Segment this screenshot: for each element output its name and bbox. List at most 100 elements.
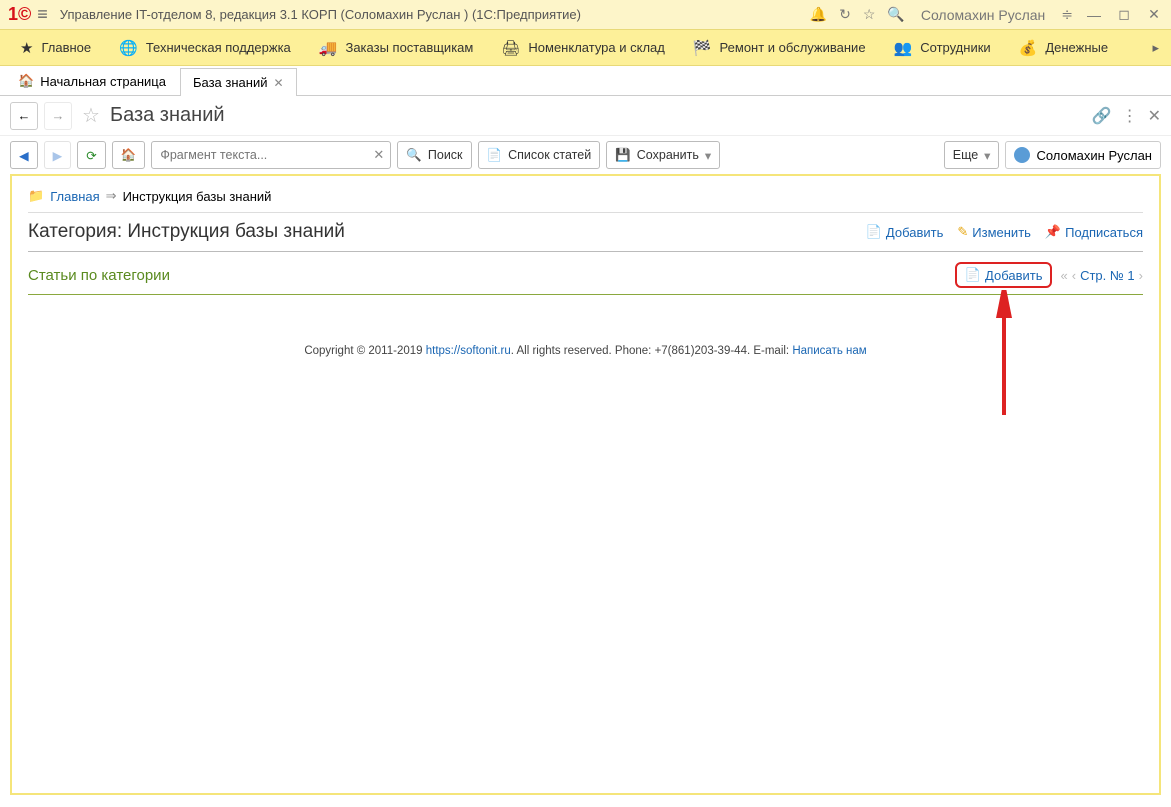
logo-1c: 1© xyxy=(8,4,31,25)
toolbar: ◀ ▶ ⟳ 🏠 ✕ 🔍 Поиск 📄 Список статей 💾 Сохрани… xyxy=(0,136,1171,174)
nav-label: Сотрудники xyxy=(920,40,990,55)
search-button[interactable]: 🔍 Поиск xyxy=(397,141,471,169)
tab-close-icon[interactable]: ✕ xyxy=(273,76,283,90)
dropdown-icon: ▾ xyxy=(984,148,990,163)
tab-label: Начальная страница xyxy=(40,74,166,89)
pager-next-icon[interactable]: › xyxy=(1139,268,1143,283)
search-input[interactable] xyxy=(152,148,367,162)
close-window-button[interactable]: ✕ xyxy=(1145,6,1163,23)
search-icon[interactable]: 🔍 xyxy=(887,6,904,23)
nav-label: Денежные xyxy=(1045,40,1108,55)
money-icon: 💰 xyxy=(1019,39,1038,57)
nav-money[interactable]: 💰 Денежные xyxy=(1005,30,1122,66)
nav-repair[interactable]: 🏁 Ремонт и обслуживание xyxy=(679,30,880,66)
user-name: Соломахин Руслан xyxy=(1036,148,1152,163)
magnifier-icon: 🔍 xyxy=(406,148,422,163)
maximize-button[interactable]: ◻ xyxy=(1115,6,1133,23)
clear-search-icon[interactable]: ✕ xyxy=(367,147,390,163)
page-header: ← → ☆ База знаний 🔗 ⋮ ✕ xyxy=(0,96,1171,136)
bell-icon[interactable]: 🔔 xyxy=(810,6,827,23)
nav-label: Заказы поставщикам xyxy=(345,40,473,55)
btn-label: Еще xyxy=(953,148,978,162)
titlebar-user[interactable]: Соломахин Руслан xyxy=(921,7,1045,23)
breadcrumb-sep-icon: ⇒ xyxy=(106,188,117,204)
list-icon: 📄 xyxy=(487,148,503,163)
save-icon: 💾 xyxy=(615,148,631,163)
toolbar-user[interactable]: Соломахин Руслан xyxy=(1005,141,1161,169)
link-icon[interactable]: 🔗 xyxy=(1092,106,1112,126)
globe-icon: 🌐 xyxy=(119,39,138,57)
article-add-button[interactable]: 📄Добавить xyxy=(955,262,1053,288)
category-add[interactable]: 📄Добавить xyxy=(866,224,944,240)
refresh-button[interactable]: ⟳ xyxy=(77,141,105,169)
nav-label: Номенклатура и склад xyxy=(528,40,664,55)
nav-more-icon[interactable]: ▸ xyxy=(1146,40,1165,56)
nav-orders[interactable]: 🚚 Заказы поставщикам xyxy=(305,30,488,66)
nav-fwd-btn[interactable]: ▶ xyxy=(44,141,72,169)
settings-icon[interactable]: ≑ xyxy=(1061,6,1073,23)
nav-label: Главное xyxy=(41,40,91,55)
footer-email-link[interactable]: Написать нам xyxy=(792,345,866,357)
more-menu-icon[interactable]: ⋮ xyxy=(1122,106,1138,126)
dropdown-icon: ▾ xyxy=(705,148,711,163)
truck-icon: 🚚 xyxy=(319,39,338,57)
category-subscribe[interactable]: 📌Подписаться xyxy=(1045,224,1143,240)
category-title: Категория: Инструкция базы знаний xyxy=(28,221,866,243)
tab-strip: 🏠 Начальная страница База знаний ✕ xyxy=(0,66,1171,96)
breadcrumb: 📁 Главная ⇒ Инструкция базы знаний xyxy=(28,188,1143,213)
tab-label: База знаний xyxy=(193,75,268,90)
category-header: Категория: Инструкция базы знаний 📄Добав… xyxy=(28,213,1143,252)
flag-icon: 🏁 xyxy=(693,39,712,57)
menu-icon[interactable]: ≡ xyxy=(37,4,48,25)
window-title: Управление IT-отделом 8, редакция 3.1 КО… xyxy=(60,7,810,22)
forward-button[interactable]: → xyxy=(44,102,72,130)
star-icon[interactable]: ☆ xyxy=(863,6,876,23)
footer-site-link[interactable]: https://softonit.ru xyxy=(426,345,511,357)
pager: « ‹ Стр. № 1 › xyxy=(1060,268,1143,283)
main-nav: ★ Главное 🌐 Техническая поддержка 🚚 Заказы … xyxy=(0,30,1171,66)
printer-icon: 🖨 xyxy=(501,39,520,57)
nav-warehouse[interactable]: 🖨 Номенклатура и склад xyxy=(487,30,679,66)
avatar-icon xyxy=(1014,147,1030,163)
home-button[interactable]: 🏠 xyxy=(112,141,146,169)
home-icon: 🏠 xyxy=(18,73,34,89)
nav-support[interactable]: 🌐 Техническая поддержка xyxy=(105,30,305,66)
articles-header: Статьи по категории 📄Добавить « ‹ Стр. №… xyxy=(28,252,1143,295)
nav-main[interactable]: ★ Главное xyxy=(6,30,105,66)
star-nav-icon: ★ xyxy=(20,39,33,57)
pager-prev-icon[interactable]: ‹ xyxy=(1072,268,1076,283)
back-button[interactable]: ← xyxy=(10,102,38,130)
nav-back-btn[interactable]: ◀ xyxy=(10,141,38,169)
pin-icon: 📌 xyxy=(1045,224,1061,240)
article-list-button[interactable]: 📄 Список статей xyxy=(478,141,601,169)
title-bar: 1© ≡ Управление IT-отделом 8, редакция 3… xyxy=(0,0,1171,30)
breadcrumb-home-icon: 📁 xyxy=(28,188,44,204)
tab-kb[interactable]: База знаний ✕ xyxy=(180,68,297,96)
btn-label: Поиск xyxy=(428,148,463,162)
add-page-icon: 📄 xyxy=(965,267,981,283)
breadcrumb-home[interactable]: Главная xyxy=(50,189,99,204)
minimize-button[interactable]: — xyxy=(1085,7,1103,23)
pencil-icon: ✎ xyxy=(957,224,968,240)
breadcrumb-current: Инструкция базы знаний xyxy=(123,189,272,204)
btn-label: Сохранить xyxy=(637,148,699,162)
save-button[interactable]: 💾 Сохранить ▾ xyxy=(606,141,720,169)
footer: Copyright © 2011-2019 https://softonit.r… xyxy=(28,345,1143,357)
btn-label: Список статей xyxy=(508,148,591,162)
nav-label: Техническая поддержка xyxy=(146,40,291,55)
tab-home[interactable]: 🏠 Начальная страница xyxy=(6,67,178,95)
articles-title: Статьи по категории xyxy=(28,267,955,284)
people-icon: 👥 xyxy=(894,39,913,57)
nav-employees[interactable]: 👥 Сотрудники xyxy=(880,30,1005,66)
pager-label[interactable]: Стр. № 1 xyxy=(1080,268,1135,283)
favorite-icon[interactable]: ☆ xyxy=(82,103,100,128)
category-edit[interactable]: ✎Изменить xyxy=(957,224,1031,240)
page-title: База знаний xyxy=(110,104,225,127)
content-area: 📁 Главная ⇒ Инструкция базы знаний Катег… xyxy=(10,174,1161,795)
search-box: ✕ xyxy=(151,141,391,169)
pager-first-icon[interactable]: « xyxy=(1060,268,1067,283)
close-page-icon[interactable]: ✕ xyxy=(1148,106,1161,126)
history-icon[interactable]: ↻ xyxy=(839,6,851,23)
more-button[interactable]: Еще ▾ xyxy=(944,141,1000,169)
nav-label: Ремонт и обслуживание xyxy=(720,40,866,55)
